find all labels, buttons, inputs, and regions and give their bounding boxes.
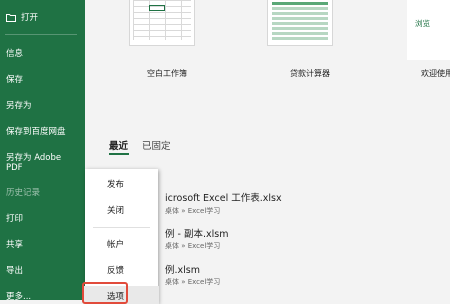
menu-item-feedback[interactable]: 反馈 <box>107 264 124 276</box>
nav-item-share[interactable]: 共享 <box>6 240 23 250</box>
nav-item-save-as-pdf[interactable]: 另存为 Adobe PDF <box>6 153 72 173</box>
nav-item-print[interactable]: 打印 <box>6 214 23 224</box>
options-highlight-box <box>82 282 128 304</box>
menu-divider <box>93 227 150 228</box>
browse-label: 浏览 <box>415 19 430 28</box>
nav-item-more[interactable]: 更多... <box>6 292 31 302</box>
menu-item-account[interactable]: 帐户 <box>107 238 124 250</box>
folder-open-icon <box>6 13 16 22</box>
backstage-nav: 打开 信息 保存 另存为 保存到百度网盘 另存为 Adobe PDF 历史记录 … <box>0 0 85 302</box>
nav-item-info[interactable]: 信息 <box>6 49 23 59</box>
nav-item-save-to-baidu[interactable]: 保存到百度网盘 <box>6 127 66 137</box>
template-caption-welcome: 欢迎使用 <box>421 69 450 78</box>
template-loan-calculator[interactable] <box>267 0 333 46</box>
file-path: 桌体 » Excel学习 <box>165 207 221 215</box>
menu-item-close[interactable]: 关闭 <box>107 204 124 216</box>
file-path: 桌体 » Excel学习 <box>165 278 221 286</box>
file-name: icrosoft Excel 工作表.xlsx <box>165 193 282 204</box>
nav-item-save-as[interactable]: 另存为 <box>6 101 32 111</box>
template-caption-loan: 贷款计算器 <box>290 69 330 78</box>
nav-item-export[interactable]: 导出 <box>6 266 23 276</box>
menu-item-publish[interactable]: 发布 <box>107 178 124 190</box>
template-welcome[interactable]: 浏览 <box>407 0 450 60</box>
loan-preview <box>272 2 328 42</box>
active-tab-indicator <box>109 153 129 155</box>
template-blank-workbook[interactable] <box>129 0 195 46</box>
file-name: 例 - 副本.xlsm <box>165 229 229 240</box>
nav-divider <box>5 34 77 35</box>
nav-item-save[interactable]: 保存 <box>6 75 23 85</box>
recent-tabs: 最近 已固定 <box>109 138 171 152</box>
file-name: 例.xlsm <box>165 265 200 276</box>
tab-recent[interactable]: 最近 <box>109 138 128 152</box>
tab-pinned[interactable]: 已固定 <box>142 138 171 152</box>
file-path: 桌体 » Excel学习 <box>165 242 221 250</box>
template-caption-blank: 空白工作簿 <box>147 69 187 78</box>
open-nav-item[interactable]: 打开 <box>6 11 38 23</box>
selected-cell <box>149 5 165 11</box>
nav-item-history: 历史记录 <box>6 188 41 198</box>
open-label: 打开 <box>21 13 39 23</box>
